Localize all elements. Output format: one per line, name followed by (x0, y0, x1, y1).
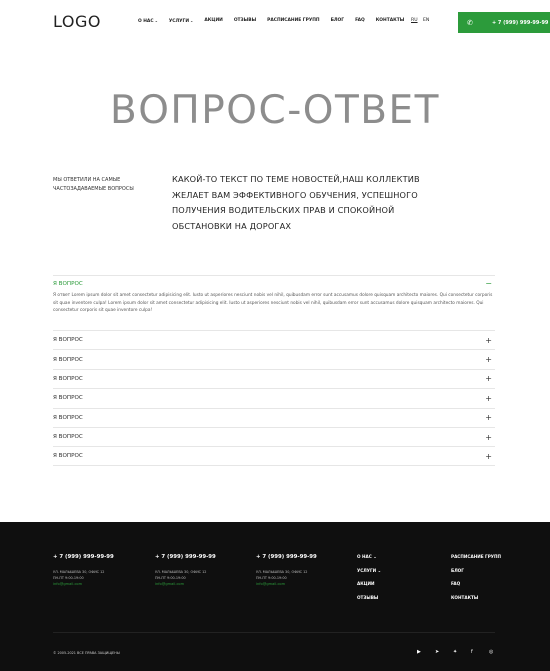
site-header: LOGO О НАС⌄ УСЛУГИ⌄ АКЦИИ ОТЗЫВЫ РАСПИСА… (0, 0, 550, 42)
faq-answer: Я ответ Lorem ipsum dolor sit amet conse… (53, 293, 493, 313)
footer-menu-2: РАСПИСАНИЕ ГРУПП БЛОГ FAQ КОНТАКТЫ (451, 554, 501, 608)
footer-link-promotions[interactable]: АКЦИИ (357, 581, 381, 595)
intro-text: КАКОЙ-ТО ТЕКСТ ПО ТЕМЕ НОВОСТЕЙ,НАШ КОЛЛ… (172, 174, 420, 231)
faq-item[interactable]: Я ВОПРОС + (53, 446, 495, 466)
footer-divider (53, 632, 495, 633)
intro-subtitle: МЫ ОТВЕТИЛИ НА САМЫЕ ЧАСТОЗАДАВАЕМЫЕ ВОП… (53, 177, 134, 192)
nav-item-about[interactable]: О НАС⌄ (138, 18, 158, 24)
instagram-icon[interactable]: ◎ (489, 649, 507, 655)
footer-address: УЛ. МАЛЫШЕВА 30, ОФИС 12 ПН-ПТ 9:00-19:00 (155, 570, 207, 580)
nav-item-blog[interactable]: БЛОГ (331, 18, 345, 24)
lang-ru[interactable]: RU (411, 18, 418, 23)
copyright: © 2005-2021 ВСЕ ПРАВА ЗАЩИЩЕНЫ (53, 651, 120, 655)
footer-phone[interactable]: + 7 (999) 999-99-99 (256, 554, 317, 560)
footer-menu-1: О НАС ⌄ УСЛУГИ ⌄ АКЦИИ ОТЗЫВЫ (357, 554, 381, 608)
phone-icon: ✆ (467, 18, 473, 27)
footer-email[interactable]: info@gmail.com (155, 582, 216, 586)
footer-address: УЛ. МАЛЫШЕВА 30, ОФИС 12 ПН-ПТ 9:00-19:00 (256, 570, 308, 580)
footer-link-reviews[interactable]: ОТЗЫВЫ (357, 595, 381, 609)
chevron-down-icon: ⌄ (190, 18, 194, 23)
nav-item-schedule[interactable]: РАСПИСАНИЕ ГРУПП (267, 18, 319, 24)
telegram-icon[interactable]: ➤ (435, 649, 453, 655)
footer-contact: + 7 (999) 999-99-99 УЛ. МАЛЫШЕВА 30, ОФИ… (155, 554, 216, 586)
chevron-down-icon: ⌄ (154, 18, 158, 23)
nav-item-reviews[interactable]: ОТЗЫВЫ (234, 18, 256, 24)
plus-icon[interactable]: + (485, 433, 495, 442)
footer-phone[interactable]: + 7 (999) 999-99-99 (53, 554, 114, 560)
nav-item-faq[interactable]: FAQ (355, 18, 365, 24)
faq-item[interactable]: Я ВОПРОС + (53, 349, 495, 368)
footer-email[interactable]: info@gmail.com (53, 582, 114, 586)
footer-link-contacts[interactable]: КОНТАКТЫ (451, 595, 501, 609)
plus-icon[interactable]: + (485, 336, 495, 345)
language-switcher: RU EN (411, 18, 433, 23)
faq-item[interactable]: Я ВОПРОС + (53, 368, 495, 388)
plus-icon[interactable]: + (485, 413, 495, 422)
page-title: ВОПРОС-ОТВЕТ (109, 88, 441, 133)
nav-item-promotions[interactable]: АКЦИИ (204, 18, 222, 24)
facebook-icon[interactable]: f (471, 649, 489, 655)
faq-question[interactable]: Я ВОПРОС − (53, 280, 495, 288)
footer-link-services[interactable]: УСЛУГИ ⌄ (357, 568, 381, 582)
minus-icon[interactable]: − (485, 280, 495, 288)
footer-link-about[interactable]: О НАС ⌄ (357, 554, 381, 568)
footer-email[interactable]: info@gmail.com (256, 582, 317, 586)
faq-item[interactable]: Я ВОПРОС + (53, 388, 495, 407)
site-footer: + 7 (999) 999-99-99 УЛ. МАЛЫШЕВА 30, ОФИ… (0, 522, 550, 671)
faq-item[interactable]: Я ВОПРОС + (53, 426, 495, 446)
logo[interactable]: LOGO (53, 12, 101, 31)
footer-link-blog[interactable]: БЛОГ (451, 568, 501, 582)
phone-button[interactable]: ✆ + 7 (999) 999-99-99 (458, 12, 550, 33)
footer-link-schedule[interactable]: РАСПИСАНИЕ ГРУПП (451, 554, 501, 568)
plus-icon[interactable]: + (485, 355, 495, 364)
youtube-icon[interactable]: ▶ (417, 649, 435, 655)
plus-icon[interactable]: + (485, 374, 495, 383)
main-nav: О НАС⌄ УСЛУГИ⌄ АКЦИИ ОТЗЫВЫ РАСПИСАНИЕ Г… (138, 18, 415, 24)
faq-item[interactable]: Я ВОПРОС + (53, 407, 495, 427)
footer-link-faq[interactable]: FAQ (451, 581, 501, 595)
faq-item-open: Я ВОПРОС − Я ответ Lorem ipsum dolor sit… (53, 275, 495, 330)
faq-item[interactable]: Я ВОПРОС + (53, 330, 495, 349)
social-links: ▶ ➤ ✦ f ◎ (417, 649, 507, 655)
faq-list: Я ВОПРОС − Я ответ Lorem ipsum dolor sit… (53, 275, 495, 466)
phone-number: + 7 (999) 999-99-99 (492, 19, 549, 26)
footer-address: УЛ. МАЛЫШЕВА 30, ОФИС 12 ПН-ПТ 9:00-19:00 (53, 570, 105, 580)
footer-contact: + 7 (999) 999-99-99 УЛ. МАЛЫШЕВА 30, ОФИ… (53, 554, 114, 586)
footer-phone[interactable]: + 7 (999) 999-99-99 (155, 554, 216, 560)
twitter-icon[interactable]: ✦ (453, 649, 471, 655)
plus-icon[interactable]: + (485, 394, 495, 403)
nav-item-contacts[interactable]: КОНТАКТЫ (376, 18, 405, 24)
lang-en[interactable]: EN (423, 18, 429, 23)
plus-icon[interactable]: + (485, 452, 495, 461)
nav-item-services[interactable]: УСЛУГИ⌄ (169, 18, 193, 24)
footer-contact: + 7 (999) 999-99-99 УЛ. МАЛЫШЕВА 30, ОФИ… (256, 554, 317, 586)
